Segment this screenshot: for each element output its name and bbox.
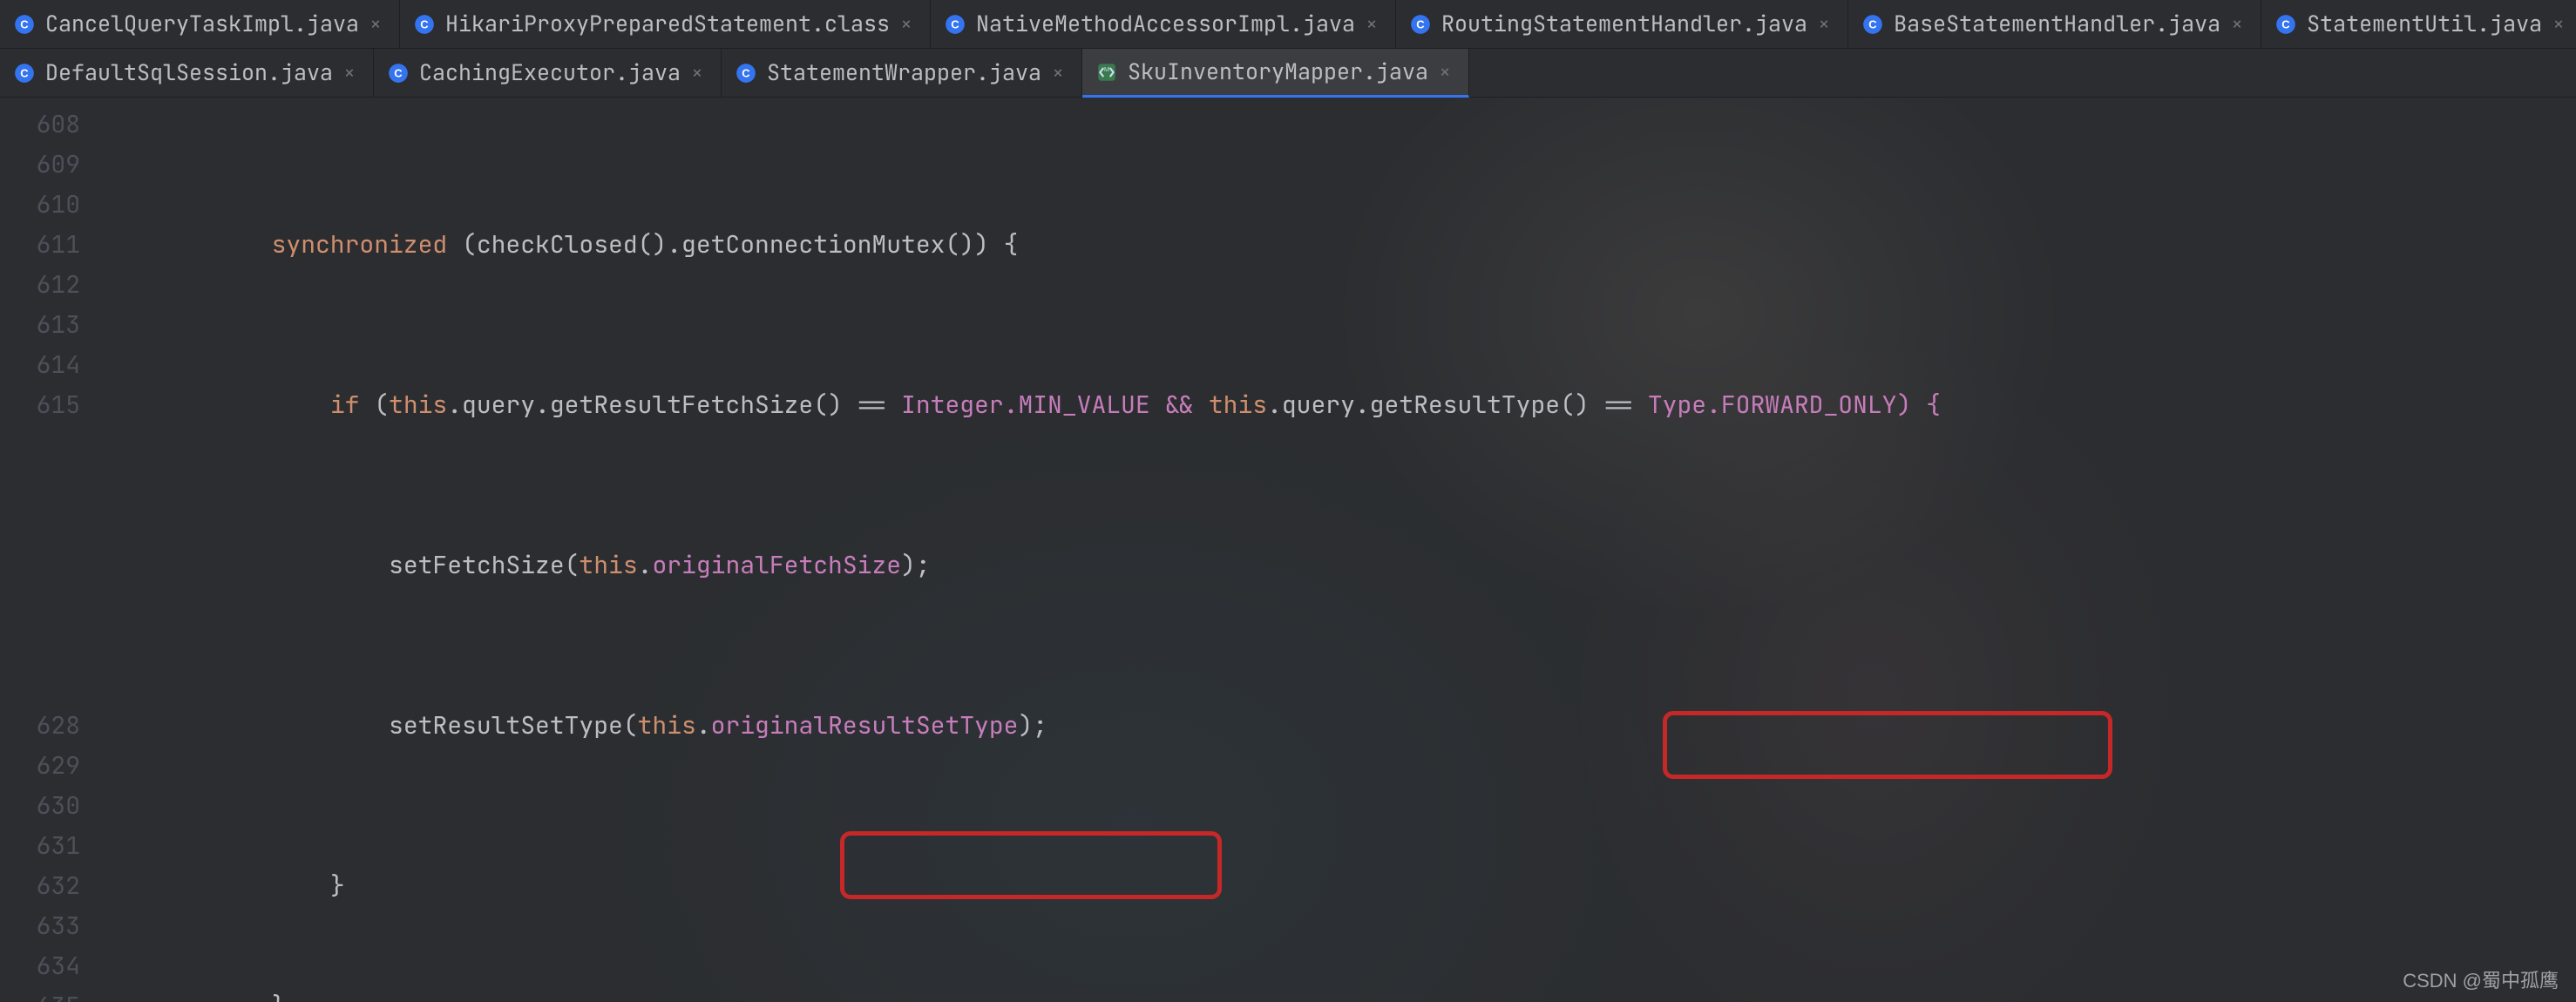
- close-icon[interactable]: ×: [368, 17, 383, 32]
- line-number[interactable]: 614: [0, 345, 80, 385]
- code-text: .FORWARD_ONLY) {: [1706, 385, 1941, 425]
- java-class-icon: C: [1408, 12, 1433, 37]
- close-icon[interactable]: ×: [1816, 17, 1832, 32]
- keyword-this: this: [389, 385, 447, 425]
- brace: }: [272, 986, 287, 1002]
- java-class-icon: C: [386, 61, 410, 85]
- close-icon[interactable]: ×: [898, 17, 914, 32]
- editor-tab[interactable]: C NativeMethodAccessorImpl.java ×: [931, 0, 1396, 48]
- close-icon[interactable]: ×: [689, 65, 705, 81]
- java-class-icon: C: [943, 12, 967, 37]
- line-number[interactable]: 611: [0, 225, 80, 265]
- code-text: setFetchSize(: [389, 545, 579, 586]
- svg-text:C: C: [20, 66, 29, 79]
- java-class-icon: C: [2274, 12, 2298, 37]
- line-number[interactable]: 632: [0, 866, 80, 906]
- tab-label: CachingExecutor.java: [419, 62, 681, 84]
- editor-tab[interactable]: C HikariProxyPreparedStatement.class ×: [400, 0, 931, 48]
- code-text: );: [1018, 706, 1047, 746]
- java-class-icon: C: [12, 61, 37, 85]
- editor-tabs-row-1: C CancelQueryTaskImpl.java × C HikariProxyPr…: [0, 0, 2576, 49]
- line-number[interactable]: 608: [0, 105, 80, 145]
- svg-text:C: C: [1416, 17, 1425, 30]
- tab-label: SkuInventoryMapper.java: [1128, 61, 1428, 83]
- editor-tab[interactable]: C StatementUtil.java ×: [2261, 0, 2576, 48]
- editor-tab[interactable]: C DefaultSqlSession.java ×: [0, 49, 374, 97]
- code-text: );: [901, 545, 931, 586]
- type-type: Type: [1648, 385, 1706, 425]
- brace: }: [330, 866, 345, 906]
- java-class-icon: C: [734, 61, 758, 85]
- tab-label: BaseStatementHandler.java: [1894, 13, 2220, 35]
- line-number[interactable]: 615: [0, 385, 80, 425]
- java-class-icon: C: [12, 12, 37, 37]
- code-text: setResultSetType(: [389, 706, 638, 746]
- tab-label: RoutingStatementHandler.java: [1441, 13, 1807, 35]
- java-class-icon: C: [412, 12, 437, 37]
- close-icon[interactable]: ×: [1364, 17, 1380, 32]
- editor-tab[interactable]: C CachingExecutor.java ×: [374, 49, 722, 97]
- close-icon[interactable]: ×: [2229, 17, 2245, 32]
- editor-tab[interactable]: C CancelQueryTaskImpl.java ×: [0, 0, 400, 48]
- line-number[interactable]: 635: [0, 986, 80, 1002]
- svg-text:C: C: [951, 17, 959, 30]
- code-text: (: [359, 385, 389, 425]
- code-editor[interactable]: 6086096106116126136146156286296306316326…: [0, 98, 2576, 1002]
- line-number[interactable]: 629: [0, 746, 80, 786]
- svg-text:C: C: [742, 66, 750, 79]
- tab-label: DefaultSqlSession.java: [45, 62, 333, 84]
- svg-text:C: C: [1868, 17, 1877, 30]
- code-text: .MIN_VALUE &&: [1004, 385, 1209, 425]
- tab-label: CancelQueryTaskImpl.java: [45, 13, 359, 35]
- tab-label: NativeMethodAccessorImpl.java: [976, 13, 1355, 35]
- svg-text:C: C: [420, 17, 429, 30]
- line-number[interactable]: 634: [0, 946, 80, 986]
- line-number[interactable]: 628: [0, 706, 80, 746]
- tab-label: HikariProxyPreparedStatement.class: [445, 13, 890, 35]
- line-number[interactable]: 609: [0, 145, 80, 185]
- watermark-text: CSDN @蜀中孤鹰: [2403, 965, 2559, 993]
- close-icon[interactable]: ×: [2551, 17, 2566, 32]
- close-icon[interactable]: ×: [342, 65, 357, 81]
- code-text: .: [696, 706, 711, 746]
- line-number[interactable]: 610: [0, 185, 80, 225]
- gutter: 6086096106116126136146156286296306316326…: [0, 98, 96, 1002]
- line-number[interactable]: 630: [0, 786, 80, 826]
- tab-label: StatementUtil.java: [2307, 13, 2542, 35]
- line-number[interactable]: 631: [0, 826, 80, 866]
- java-class-icon: C: [1861, 12, 1885, 37]
- xml-file-icon: M: [1095, 60, 1119, 85]
- line-number[interactable]: 612: [0, 265, 80, 305]
- editor-tab[interactable]: C StatementWrapper.java ×: [722, 49, 1082, 97]
- editor-tab[interactable]: C BaseStatementHandler.java ×: [1848, 0, 2261, 48]
- code-area[interactable]: synchronized (checkClosed().getConnectio…: [96, 98, 2576, 1002]
- svg-text:M: M: [1104, 64, 1109, 72]
- close-icon[interactable]: ×: [1437, 64, 1453, 80]
- keyword-this: this: [638, 706, 696, 746]
- editor-tabs-row-2: C DefaultSqlSession.java × C CachingExecutor…: [0, 49, 2576, 98]
- close-icon[interactable]: ×: [1050, 65, 1066, 81]
- code-text: .query.getResultType() ==: [1267, 385, 1648, 425]
- field-ref: originalResultSetType: [711, 706, 1019, 746]
- keyword-synchronized: synchronized: [272, 225, 448, 265]
- tab-label: StatementWrapper.java: [767, 62, 1041, 84]
- keyword-this: this: [1209, 385, 1267, 425]
- line-number[interactable]: 613: [0, 305, 80, 345]
- keyword-if: if: [330, 385, 360, 425]
- code-text: .query.getResultFetchSize() ==: [447, 385, 901, 425]
- svg-text:C: C: [20, 17, 29, 30]
- code-text: (checkClosed().getConnectionMutex()) {: [447, 225, 1018, 265]
- code-text: .: [638, 545, 653, 586]
- svg-text:C: C: [2281, 17, 2290, 30]
- line-number[interactable]: 633: [0, 906, 80, 946]
- field-ref: originalFetchSize: [652, 545, 901, 586]
- keyword-this: this: [579, 545, 637, 586]
- editor-tab[interactable]: C RoutingStatementHandler.java ×: [1396, 0, 1848, 48]
- svg-text:C: C: [394, 66, 403, 79]
- type-integer: Integer: [901, 385, 1004, 425]
- editor-tab[interactable]: M SkuInventoryMapper.java ×: [1082, 49, 1469, 98]
